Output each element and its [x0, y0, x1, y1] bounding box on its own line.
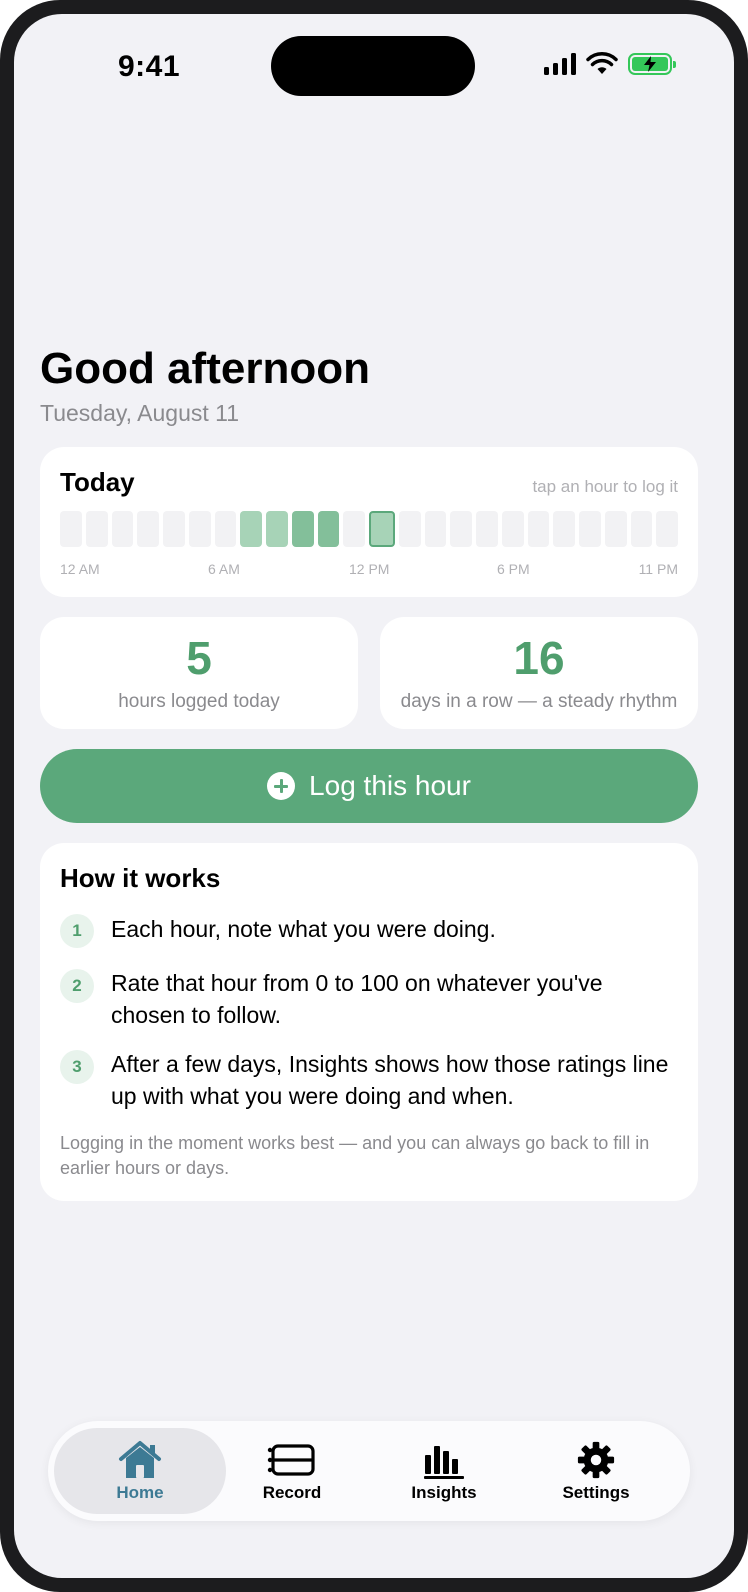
today-title: Today [60, 467, 135, 497]
hour-cell[interactable] [111, 511, 134, 547]
hour-cell[interactable] [398, 511, 421, 547]
step-item: 3 After a few days, Insights shows how t… [60, 1048, 670, 1112]
hour-cell[interactable] [604, 511, 627, 547]
hour-cell[interactable] [476, 511, 498, 547]
tab-label: Settings [562, 1483, 630, 1502]
hour-cell[interactable] [214, 511, 237, 547]
hour-cell[interactable] [137, 511, 159, 547]
greeting-title: Good afternoon [40, 344, 370, 393]
battery-charging-icon [628, 53, 676, 75]
screen: 9:41 Good afternoon Tuesday, August 11 T… [14, 14, 734, 1578]
date-subtitle: Tuesday, August 11 [40, 400, 240, 426]
hour-cell[interactable] [343, 511, 365, 547]
hour-cell[interactable] [656, 511, 678, 547]
tab-label: Record [262, 1483, 322, 1502]
hour-cell[interactable] [501, 511, 524, 547]
hour-cell[interactable] [630, 511, 653, 547]
hour-grid [60, 511, 678, 547]
gear-icon [510, 1440, 682, 1480]
log-button-label: Log this hour [309, 770, 471, 801]
hour-axis-label: 12 AM [60, 561, 100, 577]
hours-logged-label: hours logged today [118, 691, 280, 712]
step-item: 1 Each hour, note what you were doing. [60, 913, 670, 948]
insights-icon [358, 1440, 530, 1480]
plus-circle-icon [267, 772, 296, 800]
how-it-works-note: Logging in the moment works best — and y… [60, 1133, 650, 1178]
hour-cell[interactable] [163, 511, 185, 547]
hour-axis-label: 11 PM [638, 561, 678, 577]
hour-cell[interactable] [424, 511, 447, 547]
streak-label: days in a row — a steady rhythm [400, 691, 678, 712]
tab-settings[interactable]: Settings [510, 1428, 682, 1514]
tab-record[interactable]: Record [206, 1428, 378, 1514]
today-hint: tap an hour to log it [532, 477, 678, 496]
hour-axis: 12 AM 6 AM 12 PM 6 PM 11 PM [60, 561, 678, 581]
hour-cell[interactable] [553, 511, 575, 547]
step-text: After a few days, Insights shows how tho… [111, 1051, 669, 1109]
tab-bar: Home Record Insights Settings [48, 1421, 690, 1521]
step-number: 2 [60, 969, 94, 1003]
record-icon [206, 1440, 378, 1480]
hour-cell[interactable] [450, 511, 472, 547]
today-card: Today tap an hour to log it 12 AM 6 AM 1… [40, 447, 698, 597]
home-icon [54, 1440, 226, 1480]
streak-card: 16 days in a row — a steady rhythm [380, 617, 698, 729]
device-frame: 9:41 Good afternoon Tuesday, August 11 T… [0, 0, 748, 1592]
hour-cell[interactable] [188, 511, 211, 547]
step-text: Each hour, note what you were doing. [111, 916, 496, 942]
hour-cell-selected[interactable] [369, 511, 395, 547]
step-text: Rate that hour from 0 to 100 on whatever… [111, 970, 603, 1028]
how-it-works-card: How it works 1 Each hour, note what you … [40, 843, 698, 1201]
log-this-hour-button[interactable]: Log this hour [40, 749, 698, 823]
hour-cell[interactable] [291, 511, 314, 547]
wifi-icon [586, 52, 618, 74]
hour-axis-label: 6 AM [208, 561, 240, 577]
hour-cell[interactable] [240, 511, 262, 547]
tab-home[interactable]: Home [54, 1428, 226, 1514]
hour-cell[interactable] [266, 511, 288, 547]
streak-value: 16 [513, 632, 565, 684]
tab-label: Home [116, 1483, 164, 1502]
dynamic-island [271, 36, 475, 96]
hour-cell[interactable] [317, 511, 340, 547]
hour-cell[interactable] [527, 511, 550, 547]
hours-logged-value: 5 [186, 632, 212, 684]
status-icons [544, 52, 676, 76]
step-number: 3 [60, 1050, 94, 1084]
step-item: 2 Rate that hour from 0 to 100 on whatev… [60, 967, 670, 1031]
hour-cell[interactable] [579, 511, 601, 547]
hours-logged-card: 5 hours logged today [40, 617, 358, 729]
step-number: 1 [60, 914, 94, 948]
hour-axis-label: 12 PM [349, 561, 390, 577]
tab-insights[interactable]: Insights [358, 1428, 530, 1514]
hour-cell[interactable] [60, 511, 82, 547]
how-it-works-title: How it works [60, 863, 221, 893]
tab-label: Insights [411, 1483, 477, 1502]
hour-axis-label: 6 PM [497, 561, 530, 577]
cellular-signal-icon [544, 53, 576, 75]
hour-cell[interactable] [85, 511, 108, 547]
status-time: 9:41 [118, 50, 181, 83]
